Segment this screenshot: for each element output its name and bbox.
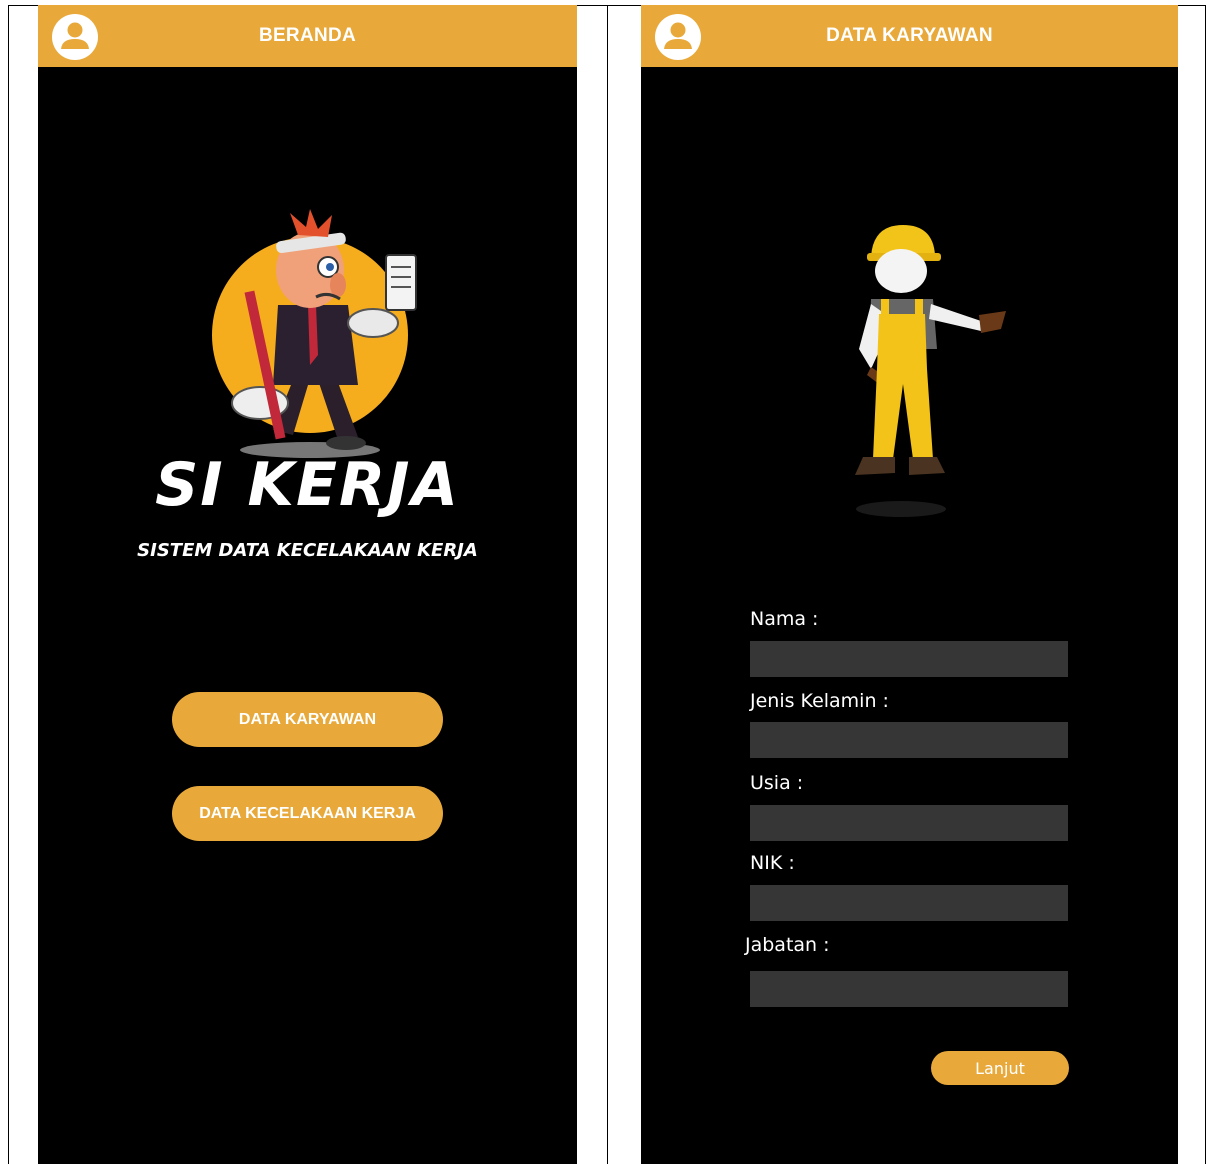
app-bar: DATA KARYAWAN xyxy=(641,5,1178,67)
frame-middle-divider xyxy=(607,5,608,1164)
construction-worker-illustration xyxy=(855,225,1006,517)
page-title: DATA KARYAWAN xyxy=(826,25,993,46)
nama-label: Nama : xyxy=(750,608,819,630)
lanjut-button[interactable]: Lanjut xyxy=(931,1051,1069,1085)
nama-input[interactable] xyxy=(750,641,1068,677)
usia-input[interactable] xyxy=(750,805,1068,841)
nik-label: NIK : xyxy=(750,852,795,874)
logo-text: SI KERJA xyxy=(155,450,460,520)
data-karyawan-button[interactable]: DATA KARYAWAN xyxy=(172,692,443,747)
employee-data-screen: DATA KARYAWAN Nama : Jenis Kelamin : Usi… xyxy=(641,5,1178,1164)
app-bar: BERANDA xyxy=(38,5,577,67)
jenis-kelamin-label: Jenis Kelamin : xyxy=(750,690,889,712)
home-screen: BERANDA SI KERJA SISTEM DATA KECELAKAAN … xyxy=(38,5,577,1164)
app-subtitle: SISTEM DATA KECELAKAAN KERJA xyxy=(137,540,478,561)
jabatan-input[interactable] xyxy=(750,971,1068,1007)
data-kecelakaan-kerja-button[interactable]: DATA KECELAKAAN KERJA xyxy=(172,786,443,841)
injured-worker-illustration xyxy=(212,209,417,458)
usia-label: Usia : xyxy=(750,772,804,794)
nik-input[interactable] xyxy=(750,885,1068,921)
page-title: BERANDA xyxy=(258,25,357,46)
jenis-kelamin-input[interactable] xyxy=(750,722,1068,758)
jabatan-label: Jabatan : xyxy=(745,934,830,956)
frame-left-border xyxy=(8,5,9,1164)
